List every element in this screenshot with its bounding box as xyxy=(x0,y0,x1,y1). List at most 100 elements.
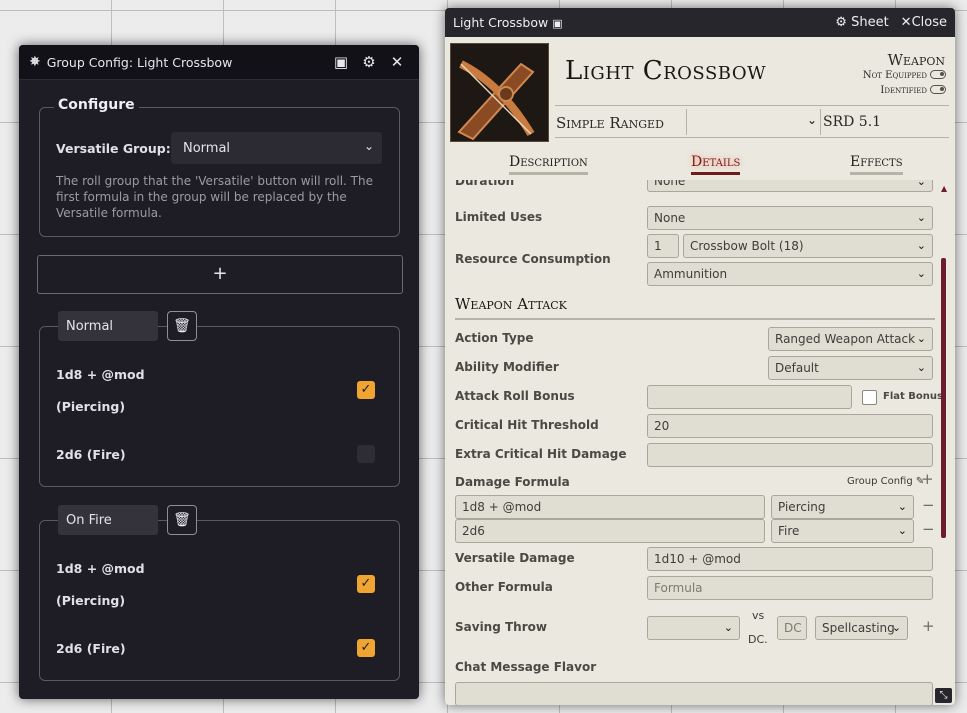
weapon-type: Simple Ranged xyxy=(556,114,664,132)
sheet-button[interactable]: ⚙ Sheet xyxy=(835,15,888,30)
ability-modifier-select[interactable]: Default ⌄ xyxy=(768,356,933,380)
resize-handle-icon[interactable]: ⤡ xyxy=(935,688,952,703)
chevron-down-icon: ⌄ xyxy=(723,621,733,634)
remove-damage-icon[interactable]: − xyxy=(922,520,935,538)
trash-icon: 🗑 xyxy=(173,512,191,528)
dialog-title: Group Config: Light Crossbow xyxy=(46,54,233,70)
identified-label: Identified xyxy=(880,85,927,96)
delete-group-button[interactable]: 🗑 xyxy=(167,505,197,535)
formula-checkbox[interactable]: ✓ xyxy=(357,575,375,593)
add-save-icon[interactable]: + xyxy=(922,617,935,635)
identified-toggle[interactable] xyxy=(930,85,946,94)
formula-label: (Piercing) xyxy=(56,593,126,608)
damage-type-select[interactable]: Piercing ⌄ xyxy=(771,495,914,519)
equipped-toggle[interactable] xyxy=(930,70,946,79)
formula-checkbox[interactable]: ✓ xyxy=(357,639,375,657)
close-icon: ✕ xyxy=(900,15,912,30)
limited-uses-select[interactable]: None ⌄ xyxy=(647,206,933,230)
dialog-header[interactable]: ✸ Group Config: Light Crossbow ▣ ⚙ ✕ xyxy=(19,45,419,80)
group-config-dialog: ✸ Group Config: Light Crossbow ▣ ⚙ ✕ Con… xyxy=(19,45,419,699)
resource-target-select[interactable]: Crossbow Bolt (18) ⌄ xyxy=(683,234,933,258)
group-name-input[interactable]: Normal xyxy=(58,311,158,341)
save-dc-input[interactable]: DC xyxy=(777,616,807,640)
versatile-damage-input[interactable]: 1d10 + @mod xyxy=(647,547,933,571)
gear-icon[interactable]: ⚙ xyxy=(357,53,381,71)
divider xyxy=(686,109,687,135)
chevron-down-icon: ⌄ xyxy=(916,332,926,345)
chevron-down-icon: ⌄ xyxy=(897,500,907,513)
sheet-tabs: Description Details Effects xyxy=(445,150,955,180)
document-icon[interactable]: ▣ xyxy=(552,17,562,30)
group-config-link[interactable]: Group Config ✎ xyxy=(847,476,924,487)
trash-icon: 🗑 xyxy=(173,318,191,334)
dnd-logo-icon: ✸ xyxy=(29,54,41,70)
saving-throw-label: Saving Throw xyxy=(455,620,547,634)
chat-flavor-label: Chat Message Flavor xyxy=(455,660,597,674)
chevron-down-icon: ⌄ xyxy=(897,524,907,537)
versatile-group-select[interactable]: Normal ⌄ xyxy=(171,132,382,164)
resource-type-select[interactable]: Ammunition ⌄ xyxy=(647,262,933,286)
divider xyxy=(820,109,821,135)
item-subtitle-row: Simple Ranged ⌄ SRD 5.1 xyxy=(555,105,949,138)
crit-threshold-label: Critical Hit Threshold xyxy=(455,418,599,432)
damage-formula-input[interactable]: 1d8 + @mod xyxy=(455,495,765,519)
dc-text: DC. xyxy=(748,633,768,646)
document-icon[interactable]: ▣ xyxy=(329,53,353,71)
attack-bonus-input[interactable] xyxy=(647,385,852,409)
formula-label: 1d8 + @mod xyxy=(56,561,145,576)
duration-label: Duration xyxy=(455,180,515,188)
scroll-up-icon[interactable]: ▲ xyxy=(941,184,947,193)
base-item-select[interactable]: ⌄ xyxy=(689,110,819,134)
chevron-down-icon: ⌄ xyxy=(916,361,926,374)
other-formula-label: Other Formula xyxy=(455,580,553,594)
limited-uses-label: Limited Uses xyxy=(455,210,543,224)
tab-effects[interactable]: Effects xyxy=(850,154,903,175)
versatile-group-label: Versatile Group: xyxy=(56,141,171,156)
close-icon[interactable]: ✕ xyxy=(385,53,409,71)
chevron-down-icon: ⌄ xyxy=(916,267,926,280)
ability-modifier-label: Ability Modifier xyxy=(455,360,559,374)
gear-icon: ⚙ xyxy=(835,15,847,30)
resource-consumption-label: Resource Consumption xyxy=(455,252,611,266)
damage-formula-label: Damage Formula xyxy=(455,475,570,489)
duration-select[interactable]: None ⌄ xyxy=(647,180,933,192)
scrollbar[interactable] xyxy=(941,258,946,538)
resource-quantity-input[interactable]: 1 xyxy=(647,234,679,258)
tab-description[interactable]: Description xyxy=(509,154,588,175)
configure-fieldset: Configure Versatile Group: Normal ⌄ The … xyxy=(39,97,400,237)
attack-bonus-label: Attack Roll Bonus xyxy=(455,389,575,403)
action-type-label: Action Type xyxy=(455,331,534,345)
add-damage-icon[interactable]: + xyxy=(921,470,934,488)
extra-crit-input[interactable] xyxy=(647,443,933,467)
save-scaling-select[interactable]: Spellcasting ⌄ xyxy=(815,616,908,640)
formula-checkbox[interactable] xyxy=(357,445,375,463)
group-name-input[interactable]: On Fire xyxy=(58,505,158,535)
flat-bonus-checkbox[interactable] xyxy=(862,390,877,405)
save-ability-select[interactable]: ⌄ xyxy=(647,616,740,640)
formula-checkbox[interactable]: ✓ xyxy=(357,381,375,399)
formula-label: (Piercing) xyxy=(56,399,126,414)
action-type-select[interactable]: Ranged Weapon Attack ⌄ xyxy=(768,327,933,351)
item-image[interactable] xyxy=(450,43,549,142)
chevron-down-icon: ⌄ xyxy=(363,139,374,153)
roll-group-normal: Normal 🗑 1d8 + @mod (Piercing) ✓ 2d6 (Fi… xyxy=(39,311,400,487)
close-button[interactable]: ✕Close xyxy=(901,15,947,30)
chevron-down-icon: ⌄ xyxy=(916,211,926,224)
item-source[interactable]: SRD 5.1 xyxy=(823,114,881,130)
other-formula-input[interactable]: Formula xyxy=(647,576,933,600)
crit-threshold-input[interactable]: 20 xyxy=(647,414,933,438)
chevron-down-icon: ⌄ xyxy=(916,180,926,188)
sheet-header[interactable]: Light Crossbow ▣ ⚙ Sheet ✕Close xyxy=(445,8,955,37)
tab-details[interactable]: Details xyxy=(691,154,741,175)
chevron-down-icon: ⌄ xyxy=(806,113,817,127)
formula-label: 2d6 (Fire) xyxy=(56,447,126,462)
add-group-button[interactable]: + xyxy=(37,255,403,294)
damage-type-select[interactable]: Fire ⌄ xyxy=(771,519,914,543)
damage-formula-input[interactable]: 2d6 xyxy=(455,519,765,543)
formula-label: 1d8 + @mod xyxy=(56,367,145,382)
chat-flavor-input[interactable] xyxy=(455,682,933,705)
remove-damage-icon[interactable]: − xyxy=(922,496,935,514)
formula-label: 2d6 (Fire) xyxy=(56,641,126,656)
item-name-input[interactable]: Light Crossbow xyxy=(565,56,766,86)
delete-group-button[interactable]: 🗑 xyxy=(167,311,197,341)
